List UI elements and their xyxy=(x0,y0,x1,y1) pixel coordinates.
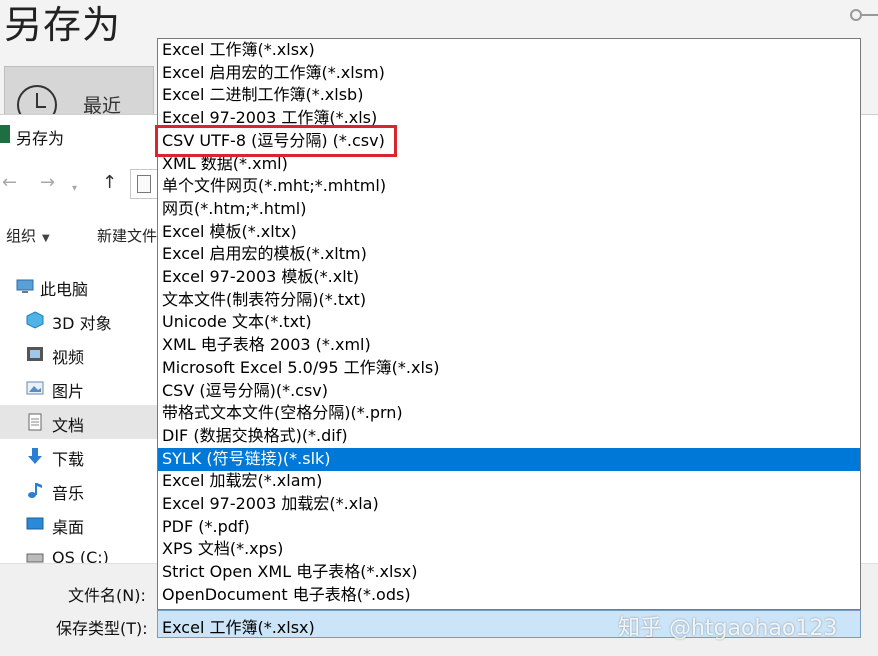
filetype-option[interactable]: Excel 二进制工作簿(*.xlsb) xyxy=(158,84,860,107)
filetype-option[interactable]: SYLK (符号链接)(*.slk) xyxy=(158,447,860,471)
sidebar-item-music[interactable]: 音乐 xyxy=(0,473,158,507)
organize-label: 组织 xyxy=(6,227,37,245)
filetype-option[interactable]: 单个文件网页(*.mht;*.mhtml) xyxy=(158,175,860,198)
back-arrow-icon[interactable]: ← xyxy=(2,173,17,193)
filetype-selected-value: Excel 工作簿(*.xlsx) xyxy=(162,618,315,637)
document-icon xyxy=(28,413,42,431)
backstage-title: 另存为 xyxy=(4,3,122,47)
cube-icon xyxy=(26,311,44,329)
sidebar-item-label: 桌面 xyxy=(52,518,85,537)
navigation-pane: 此电脑 3D 对象 视频 图片 文档 下载 音乐 桌面 OS (C:) xyxy=(0,265,158,565)
sidebar-item-downloads[interactable]: 下载 xyxy=(0,439,158,473)
organize-button[interactable]: 组织 ▼ xyxy=(6,225,50,246)
filetype-option[interactable]: Excel 97-2003 加载宏(*.xla) xyxy=(158,493,860,516)
sidebar-item-3d-objects[interactable]: 3D 对象 xyxy=(0,303,158,337)
document-icon xyxy=(137,175,151,193)
sidebar-item-this-pc[interactable]: 此电脑 xyxy=(0,269,158,303)
drive-icon xyxy=(26,553,44,563)
sidebar-item-label: 视频 xyxy=(52,348,85,367)
picture-icon xyxy=(26,381,44,395)
filetype-option[interactable]: PDF (*.pdf) xyxy=(158,516,860,539)
filetype-dropdown-list[interactable]: Excel 工作簿(*.xlsx) Excel 启用宏的工作簿(*.xlsm) Ex… xyxy=(157,38,861,610)
sidebar-item-os-drive[interactable]: OS (C:) xyxy=(0,541,158,563)
key-icon xyxy=(850,9,878,21)
sidebar-item-label: 文档 xyxy=(52,416,85,435)
filetype-option[interactable]: Excel 加载宏(*.xlam) xyxy=(158,470,860,493)
filetype-option[interactable]: CSV (逗号分隔)(*.csv) xyxy=(158,380,860,403)
filetype-option[interactable]: Excel 启用宏的模板(*.xltm) xyxy=(158,243,860,266)
sidebar-item-label: 此电脑 xyxy=(40,280,89,299)
sidebar-item-label: 音乐 xyxy=(52,484,85,503)
sidebar-item-videos[interactable]: 视频 xyxy=(0,337,158,371)
filetype-option[interactable]: 文本文件(制表符分隔)(*.txt) xyxy=(158,289,860,312)
filetype-option[interactable]: OpenDocument 电子表格(*.ods) xyxy=(158,584,860,607)
music-note-icon xyxy=(28,483,42,498)
filetype-option[interactable]: 带格式文本文件(空格分隔)(*.prn) xyxy=(158,402,860,425)
dialog-title: 另存为 xyxy=(16,129,65,148)
sidebar-item-label: 图片 xyxy=(52,382,85,401)
filetype-option[interactable]: Microsoft Excel 5.0/95 工作簿(*.xls) xyxy=(158,357,860,380)
filename-label: 文件名(N): xyxy=(68,586,146,605)
annotation-highlight-box xyxy=(155,125,397,157)
filetype-option[interactable]: Excel 97-2003 模板(*.xlt) xyxy=(158,266,860,289)
up-arrow-icon[interactable]: ↑ xyxy=(102,173,117,193)
download-arrow-icon xyxy=(28,448,42,464)
filetype-option[interactable]: Excel 启用宏的工作簿(*.xlsm) xyxy=(158,62,860,85)
chevron-down-icon[interactable]: ▾ xyxy=(72,179,77,199)
sidebar-item-label: 3D 对象 xyxy=(52,314,112,333)
chevron-down-icon: ▼ xyxy=(42,233,50,244)
address-bar[interactable] xyxy=(130,169,160,199)
filetype-option[interactable]: Unicode 文本(*.txt) xyxy=(158,311,860,334)
filetype-label: 保存类型(T): xyxy=(56,619,148,638)
sidebar-item-desktop[interactable]: 桌面 xyxy=(0,507,158,541)
sidebar-item-label: 下载 xyxy=(52,450,85,469)
sidebar-item-documents[interactable]: 文档 xyxy=(0,405,158,439)
new-folder-button[interactable]: 新建文件 xyxy=(97,225,157,246)
video-icon xyxy=(27,347,43,361)
forward-arrow-icon[interactable]: → xyxy=(40,173,55,193)
filetype-option[interactable]: 网页(*.htm;*.html) xyxy=(158,198,860,221)
sidebar-item-pictures[interactable]: 图片 xyxy=(0,371,158,405)
watermark: 知乎 @htgaohao123 xyxy=(618,616,838,641)
excel-icon xyxy=(0,125,10,143)
desktop-icon xyxy=(26,517,44,530)
computer-icon xyxy=(16,279,34,293)
filetype-option[interactable]: XPS 文档(*.xps) xyxy=(158,538,860,561)
filetype-option[interactable]: Excel 模板(*.xltx) xyxy=(158,221,860,244)
filetype-option[interactable]: XML 电子表格 2003 (*.xml) xyxy=(158,334,860,357)
filetype-option[interactable]: DIF (数据交换格式)(*.dif) xyxy=(158,425,860,448)
filetype-option[interactable]: Excel 工作簿(*.xlsx) xyxy=(158,39,860,62)
sidebar-item-label: OS (C:) xyxy=(52,548,109,563)
filetype-option[interactable]: Strict Open XML 电子表格(*.xlsx) xyxy=(158,561,860,584)
